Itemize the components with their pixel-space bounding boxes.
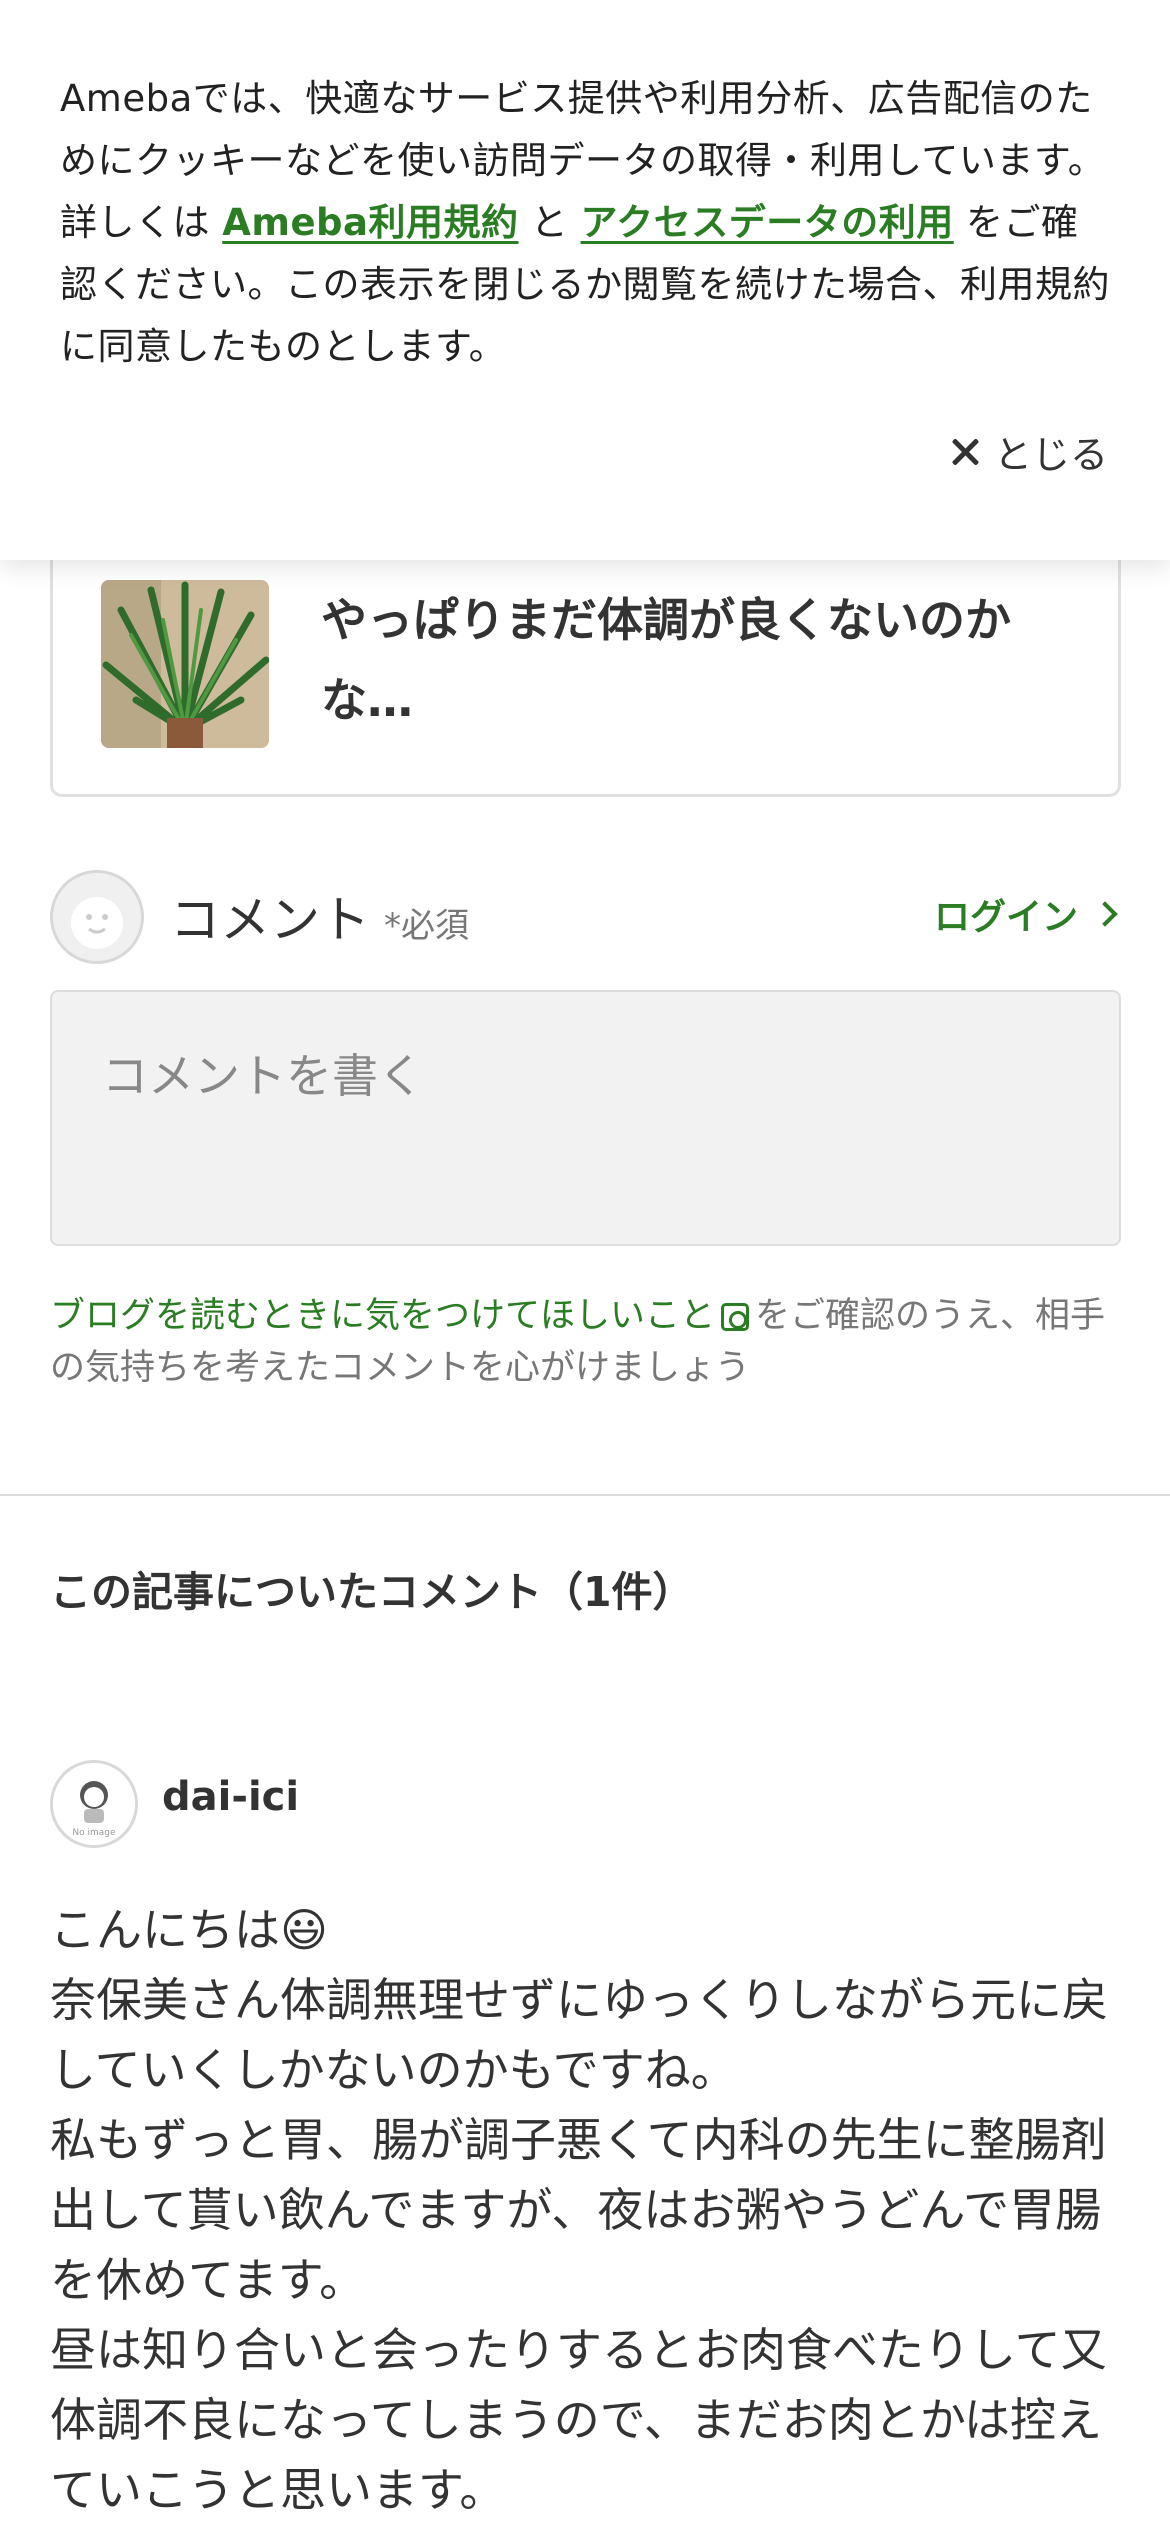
- comment-line: 昼は知り合いと会ったりするとお肉食べたりして又体調不良になってしまうので、まだお…: [50, 2323, 1107, 2517]
- article-title: やっぱりまだ体調が良くないのかな…: [321, 593, 1011, 727]
- ameba-terms-link[interactable]: Ameba利用規約: [222, 201, 518, 244]
- cookie-close-button[interactable]: とじる: [950, 424, 1108, 479]
- access-data-link[interactable]: アクセスデータの利用: [581, 201, 954, 244]
- cookie-consent-text: Amebaでは、快適なサービス提供や利用分析、広告配信のためにクッキーなどを使い…: [60, 68, 1110, 378]
- plant-image-icon: [101, 580, 269, 748]
- cookie-consent-banner: Amebaでは、快適なサービス提供や利用分析、広告配信のためにクッキーなどを使い…: [0, 0, 1170, 560]
- default-avatar-icon: [53, 873, 141, 961]
- external-link-icon: [721, 1303, 750, 1331]
- article-thumbnail: [101, 580, 269, 748]
- cookie-text-and: と: [518, 201, 581, 244]
- avatar-caption: No image: [72, 1828, 116, 1838]
- close-icon: [950, 437, 980, 467]
- no-image-avatar-icon: No image: [53, 1763, 135, 1845]
- comment-line: 私もずっと胃、腸が調子悪くて内科の先生に整腸剤出して貰い飲んでますが、夜はお粥や…: [50, 2113, 1107, 2307]
- comment-guideline: ブログを読むときに気をつけてほしいこと をご確認のうえ、相手の気持ちを考えたコメン…: [50, 1290, 1130, 1394]
- comment-line: こんにちは😃: [50, 1903, 328, 1957]
- comment-input[interactable]: [50, 990, 1121, 1246]
- commenter-avatar[interactable]: No image: [50, 1760, 138, 1848]
- chevron-right-icon: [1092, 901, 1118, 927]
- cookie-close-label: とじる: [993, 433, 1108, 477]
- page: Amebaでは、快適なサービス提供や利用分析、広告配信のためにクッキーなどを使い…: [0, 0, 1170, 2532]
- required-marker: *必須: [384, 906, 469, 946]
- related-article-card[interactable]: やっぱりまだ体調が良くないのかな…: [50, 530, 1121, 797]
- login-label: ログイン: [933, 897, 1078, 938]
- guideline-link[interactable]: ブログを読むときに気をつけてほしいこと: [50, 1296, 715, 1336]
- comment-body: こんにちは😃 奈保美さん体調無理せずにゆっくりしながら元に戻していくしかないのか…: [50, 1895, 1130, 2525]
- comment-line: 奈保美さん体調無理せずにゆっくりしながら元に戻していくしかないのかもですね。: [50, 1973, 1108, 2097]
- section-divider: [0, 1494, 1170, 1496]
- avatar: [50, 870, 144, 964]
- comments-heading: この記事についたコメント（1件）: [50, 1568, 694, 1616]
- comment-label: コメント: [170, 891, 370, 949]
- login-link[interactable]: ログイン: [933, 888, 1118, 940]
- commenter-name[interactable]: dai-ici: [162, 1774, 299, 1820]
